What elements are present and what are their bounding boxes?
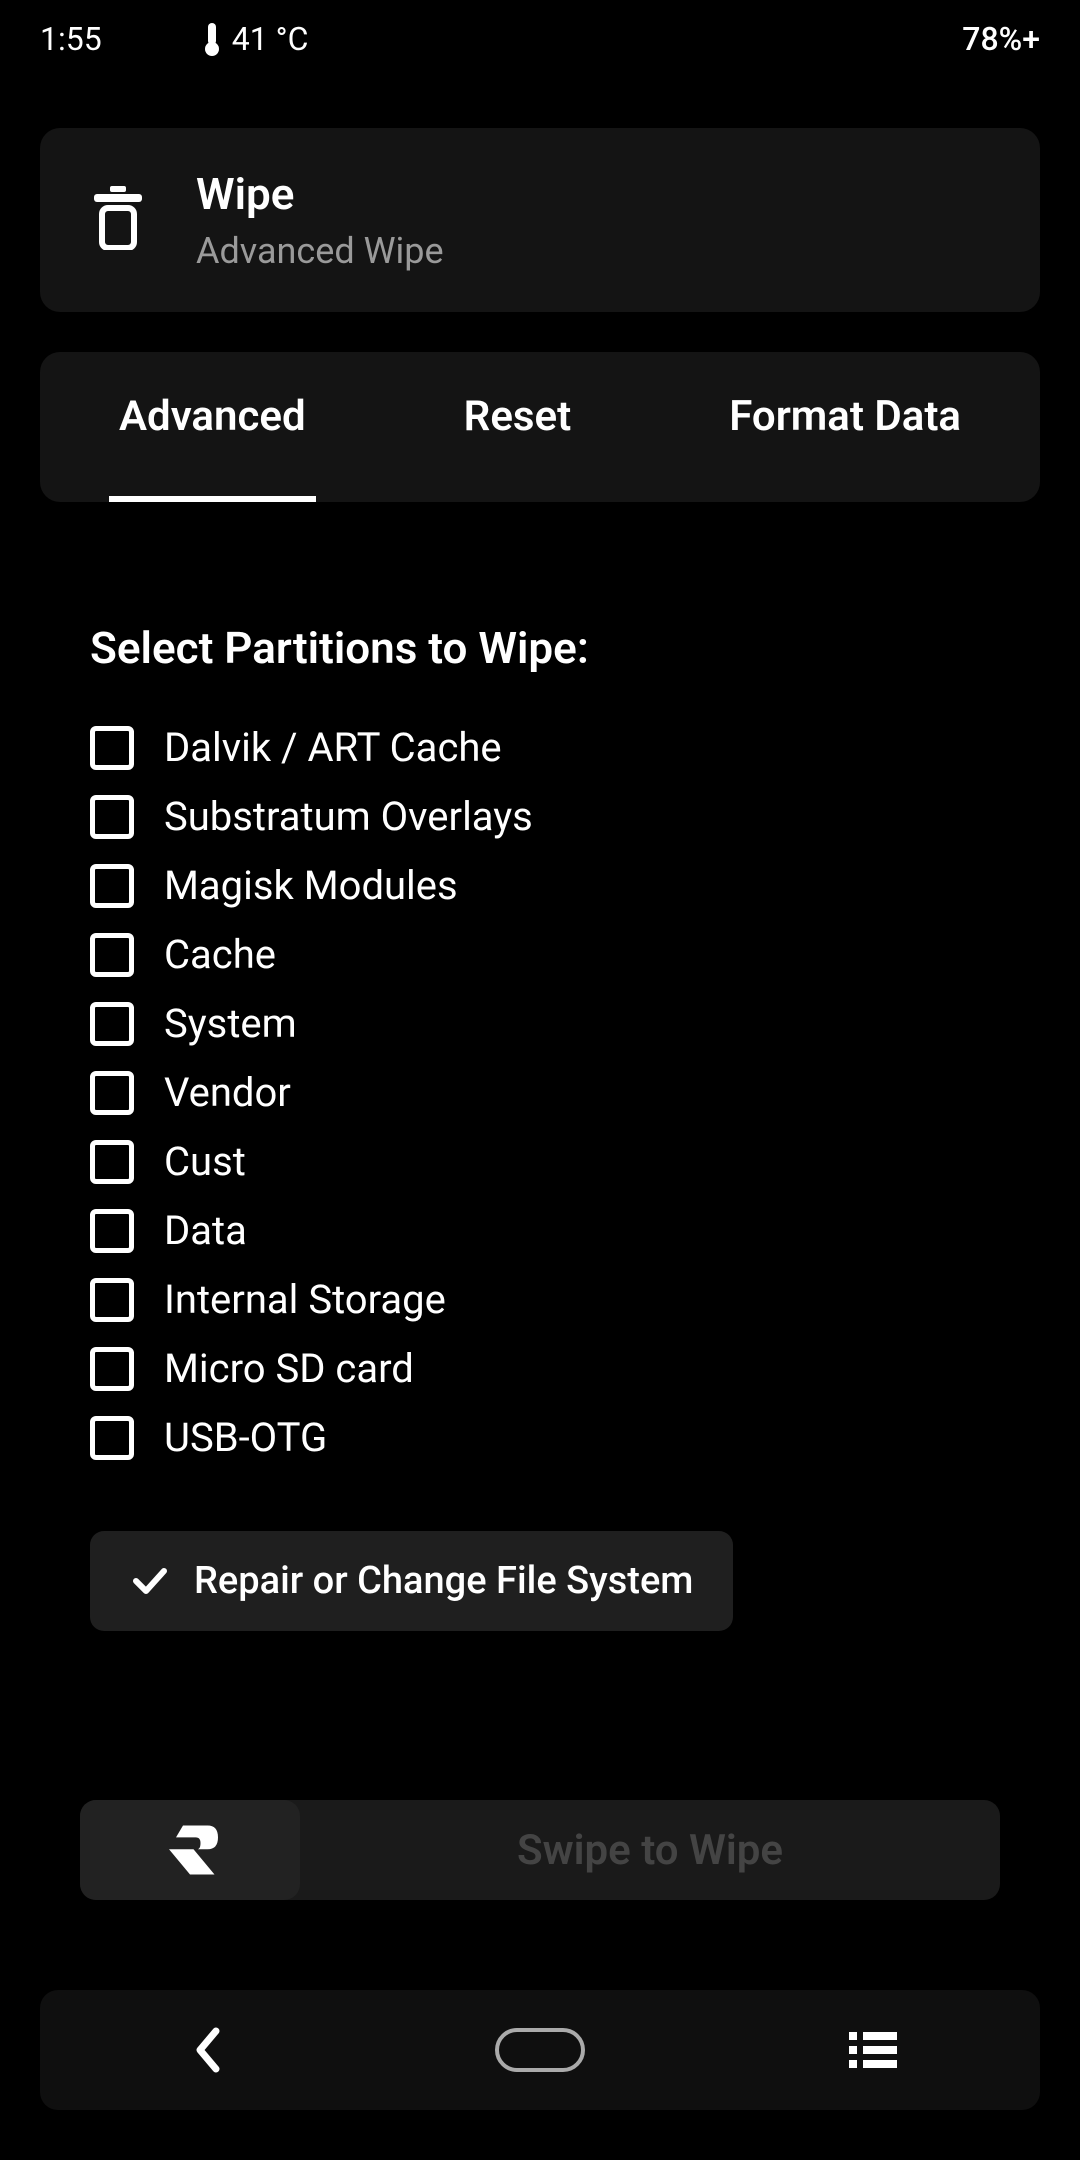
checkbox-icon	[90, 933, 134, 977]
check-icon	[130, 1561, 170, 1601]
checkbox-icon	[90, 1140, 134, 1184]
checkbox-icon	[90, 1347, 134, 1391]
partition-internal-storage[interactable]: Internal Storage	[90, 1276, 990, 1323]
partition-magisk[interactable]: Magisk Modules	[90, 862, 990, 909]
checkbox-icon	[90, 1416, 134, 1460]
partition-label: Micro SD card	[164, 1345, 414, 1392]
tab-advanced-label: Advanced	[119, 392, 306, 441]
partition-system[interactable]: System	[90, 1000, 990, 1047]
swipe-handle[interactable]	[80, 1800, 300, 1900]
partition-substratum[interactable]: Substratum Overlays	[90, 793, 990, 840]
partition-label: Cache	[164, 931, 276, 978]
tab-format-data-label: Format Data	[729, 392, 961, 441]
status-battery: 78%+	[962, 20, 1040, 58]
swipe-label: Swipe to Wipe	[300, 1826, 1000, 1875]
partition-vendor[interactable]: Vendor	[90, 1069, 990, 1116]
swipe-to-wipe-slider[interactable]: Swipe to Wipe	[80, 1800, 1000, 1900]
checkbox-icon	[90, 1002, 134, 1046]
status-time: 1:55	[40, 20, 102, 58]
checkbox-icon	[90, 726, 134, 770]
partition-label: USB-OTG	[164, 1414, 327, 1461]
page-title: Wipe	[196, 168, 444, 220]
partition-usb-otg[interactable]: USB-OTG	[90, 1414, 990, 1461]
tab-bar: Advanced Reset Format Data	[40, 352, 1040, 502]
back-button[interactable]	[147, 2010, 267, 2090]
checkbox-icon	[90, 795, 134, 839]
checkbox-icon	[90, 1071, 134, 1115]
status-temp-value: 41 °C	[232, 20, 309, 58]
partition-microsd[interactable]: Micro SD card	[90, 1345, 990, 1392]
partition-label: Dalvik / ART Cache	[164, 724, 502, 771]
section-title: Select Partitions to Wipe:	[90, 622, 990, 674]
checkbox-icon	[90, 1209, 134, 1253]
checkbox-icon	[90, 864, 134, 908]
tab-advanced[interactable]: Advanced	[89, 382, 336, 502]
partition-label: Substratum Overlays	[164, 793, 533, 840]
menu-button[interactable]	[813, 2010, 933, 2090]
partition-label: Internal Storage	[164, 1276, 446, 1323]
partition-label: Data	[164, 1207, 247, 1254]
repair-filesystem-button[interactable]: Repair or Change File System	[90, 1531, 733, 1631]
partition-data[interactable]: Data	[90, 1207, 990, 1254]
checkbox-icon	[90, 1278, 134, 1322]
chevron-left-icon	[190, 2025, 224, 2075]
list-icon	[849, 2030, 897, 2070]
partition-cust[interactable]: Cust	[90, 1138, 990, 1185]
partition-label: System	[164, 1000, 297, 1047]
page-subtitle: Advanced Wipe	[196, 230, 444, 272]
partition-cache[interactable]: Cache	[90, 931, 990, 978]
page-header: Wipe Advanced Wipe	[40, 128, 1040, 312]
partition-label: Vendor	[164, 1069, 291, 1116]
partition-label: Cust	[164, 1138, 246, 1185]
thermometer-icon	[202, 21, 222, 57]
content-area: Select Partitions to Wipe: Dalvik / ART …	[0, 502, 1080, 1631]
partition-list: Dalvik / ART Cache Substratum Overlays M…	[90, 724, 990, 1461]
pill-icon	[495, 2028, 585, 2072]
status-bar: 1:55 41 °C 78%+	[0, 0, 1080, 88]
logo-icon	[155, 1815, 225, 1885]
partition-label: Magisk Modules	[164, 862, 458, 909]
status-temp: 41 °C	[202, 20, 309, 58]
trash-icon	[90, 186, 146, 254]
repair-filesystem-label: Repair or Change File System	[194, 1559, 693, 1603]
partition-dalvik[interactable]: Dalvik / ART Cache	[90, 724, 990, 771]
tab-format-data[interactable]: Format Data	[699, 382, 991, 502]
home-button[interactable]	[480, 2010, 600, 2090]
bottom-nav	[40, 1990, 1040, 2110]
tab-reset[interactable]: Reset	[434, 382, 602, 502]
tab-reset-label: Reset	[464, 392, 572, 441]
